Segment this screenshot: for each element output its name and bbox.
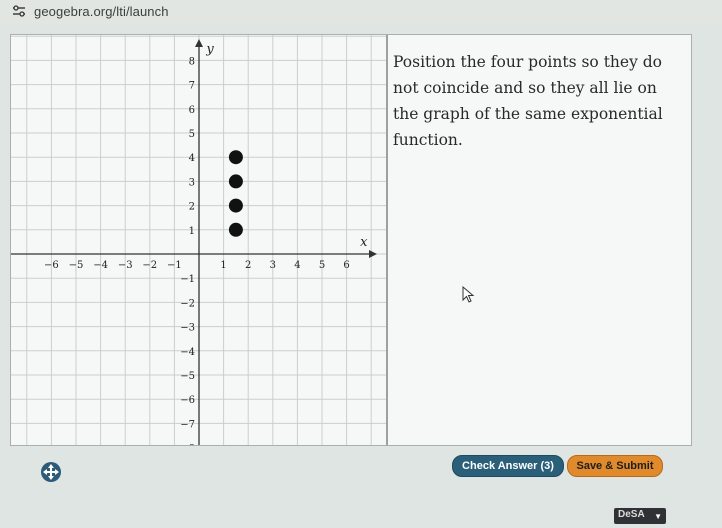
y-tick-label: −5 bbox=[180, 371, 195, 382]
graphing-view[interactable]: −6 −5 −4 −3 −2 −1 1 2 3 4 5 6 8 7 6 5 4 3 2 1 −1 −2 −3 −4 −5 −6 −7… bbox=[11, 35, 386, 445]
x-tick-label: 1 bbox=[220, 260, 226, 271]
x-tick-label: −6 bbox=[44, 260, 59, 271]
x-tick-label: 6 bbox=[343, 260, 349, 271]
y-tick-label: 6 bbox=[189, 105, 195, 116]
x-tick-label: 4 bbox=[294, 260, 300, 271]
x-tick-label: −5 bbox=[69, 260, 84, 271]
geogebra-applet: −6 −5 −4 −3 −2 −1 1 2 3 4 5 6 8 7 6 5 4 3 2 1 −1 −2 −3 −4 −5 −6 −7… bbox=[10, 34, 692, 446]
move-icon[interactable] bbox=[40, 461, 62, 483]
x-axis-label: x bbox=[360, 235, 368, 250]
y-axis-arrow-icon bbox=[195, 39, 203, 47]
save-submit-button[interactable]: Save & Submit bbox=[567, 455, 663, 477]
tune-icon[interactable] bbox=[12, 5, 26, 17]
y-tick-label: 8 bbox=[189, 56, 195, 67]
y-tick-label: 7 bbox=[189, 81, 195, 92]
y-tick-label: −3 bbox=[180, 323, 195, 334]
url-text: geogebra.org/lti/launch bbox=[34, 4, 169, 19]
y-tick-label: −1 bbox=[180, 274, 195, 285]
y-tick-label: 4 bbox=[189, 153, 195, 164]
y-tick-label: 1 bbox=[189, 226, 195, 237]
x-tick-label: −3 bbox=[118, 260, 133, 271]
draggable-point[interactable] bbox=[228, 198, 243, 213]
dropdown-arrow-icon: ▼ bbox=[654, 512, 662, 521]
y-tick-label: −8 bbox=[180, 444, 195, 445]
x-tick-label: 3 bbox=[270, 260, 276, 271]
draggable-point[interactable] bbox=[228, 222, 243, 237]
y-tick-label: −7 bbox=[180, 419, 195, 430]
mouse-cursor-icon bbox=[462, 286, 475, 303]
y-tick-label: −6 bbox=[180, 395, 195, 406]
x-tick-label: 5 bbox=[319, 260, 325, 271]
y-tick-label: −2 bbox=[180, 298, 195, 309]
y-tick-label: 5 bbox=[189, 129, 195, 140]
task-instructions: Position the four points so they do not … bbox=[393, 53, 663, 149]
x-tick-label: 2 bbox=[245, 260, 251, 271]
y-tick-label: 2 bbox=[189, 202, 195, 213]
x-tick-label: −1 bbox=[167, 260, 182, 271]
panel-divider[interactable] bbox=[386, 35, 388, 445]
address-bar[interactable]: geogebra.org/lti/launch bbox=[0, 0, 722, 25]
x-axis-arrow-icon bbox=[369, 250, 377, 258]
y-tick-label: −4 bbox=[180, 347, 195, 358]
y-tick-label: 3 bbox=[189, 177, 195, 188]
desa-logo[interactable]: DeSA ▼ bbox=[614, 508, 666, 524]
check-answer-button[interactable]: Check Answer (3) bbox=[452, 455, 564, 477]
x-tick-label: −4 bbox=[93, 260, 108, 271]
x-tick-label: −2 bbox=[142, 260, 157, 271]
y-axis-label: y bbox=[205, 42, 214, 57]
draggable-point[interactable] bbox=[228, 150, 243, 165]
draggable-point[interactable] bbox=[228, 174, 243, 189]
logo-text: DeSA bbox=[618, 509, 645, 520]
